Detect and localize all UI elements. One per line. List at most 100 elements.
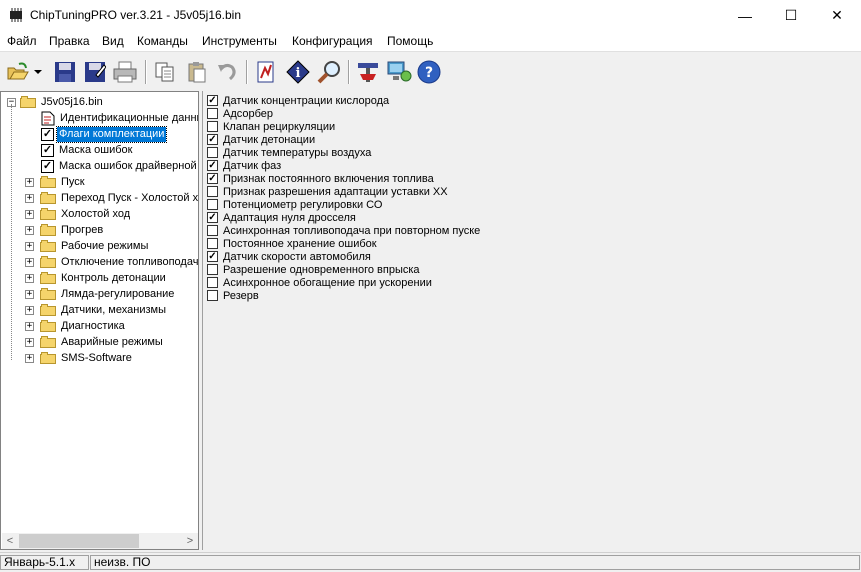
expand-icon[interactable]: + [25, 241, 34, 251]
checkbox-unchecked[interactable] [207, 238, 218, 249]
flag-checkbox[interactable]: ✓ Датчик скорости автомобиля [207, 250, 371, 263]
checkbox-unchecked[interactable] [207, 277, 218, 288]
flag-label: Асинхронная топливоподача при повторном … [223, 224, 481, 237]
minimize-button[interactable]: — [722, 0, 768, 31]
folder-icon [40, 240, 56, 252]
flag-checkbox[interactable]: Признак разрешения адаптации уставки ХХ [207, 185, 448, 198]
tree-item[interactable]: + Переход Пуск - Холостой ход [25, 190, 198, 206]
copy-icon[interactable] [152, 59, 178, 85]
checkbox-checked[interactable]: ✓ [207, 173, 218, 184]
scroll-left-button[interactable]: < [2, 533, 18, 549]
folder-icon [40, 288, 56, 300]
close-button[interactable]: ✕ [814, 0, 860, 31]
tree-item[interactable]: ✓ Маска ошибок драйверной [41, 158, 198, 174]
tree-item[interactable]: + Диагностика [25, 318, 127, 334]
paste-icon[interactable] [184, 59, 210, 85]
flag-checkbox[interactable]: ✓ Датчик детонации [207, 133, 315, 146]
menu-commands[interactable]: Команды [137, 34, 188, 48]
tree-item[interactable]: + Датчики, механизмы [25, 302, 168, 318]
folder-icon [40, 336, 56, 348]
chart-icon[interactable] [253, 59, 279, 85]
checkbox-unchecked[interactable] [207, 290, 218, 301]
flag-checkbox[interactable]: ✓ Датчик концентрации кислорода [207, 94, 389, 107]
tree-item[interactable]: + Прогрев [25, 222, 105, 238]
tree-item-selected[interactable]: ✓ Флаги комплектации [41, 125, 168, 143]
checkbox-checked[interactable]: ✓ [207, 134, 218, 145]
expand-icon[interactable]: + [25, 289, 34, 299]
help-icon[interactable]: ? [416, 59, 442, 85]
checkbox-unchecked[interactable] [207, 186, 218, 197]
toolbar-separator [348, 60, 350, 84]
tree-item[interactable]: Идентификационные данные [41, 110, 198, 126]
expand-icon[interactable]: + [25, 225, 34, 235]
flag-checkbox[interactable]: Асинхронная топливоподача при повторном … [207, 224, 480, 237]
open-folder-icon[interactable] [5, 59, 31, 85]
expand-icon[interactable]: + [25, 305, 34, 315]
tree-item[interactable]: + Холостой ход [25, 206, 132, 222]
flag-checkbox[interactable]: ✓ Датчик фаз [207, 159, 281, 172]
checkbox-checked[interactable]: ✓ [207, 251, 218, 262]
tree-item-label: Холостой ход [61, 207, 131, 220]
flag-checkbox[interactable]: Постоянное хранение ошибок [207, 237, 377, 250]
menu-configuration[interactable]: Конфигурация [292, 34, 373, 48]
tree-item[interactable]: + Контроль детонации [25, 270, 168, 286]
flag-checkbox[interactable]: Клапан рециркуляции [207, 120, 335, 133]
tree-root[interactable]: − J5v05j16.bin [7, 94, 105, 110]
scroll-right-button[interactable]: > [182, 533, 198, 549]
expand-icon[interactable]: + [25, 177, 34, 187]
flag-checkbox[interactable]: Потенциометр регулировки СО [207, 198, 382, 211]
flag-checkbox[interactable]: ✓ Адаптация нуля дросселя [207, 211, 356, 224]
checkbox-unchecked[interactable] [207, 108, 218, 119]
expand-icon[interactable]: + [25, 273, 34, 283]
checkbox-unchecked[interactable] [207, 225, 218, 236]
flag-checkbox[interactable]: Разрешение одновременного впрыска [207, 263, 420, 276]
menu-file[interactable]: Файл [7, 34, 37, 48]
menu-help[interactable]: Помощь [387, 34, 433, 48]
tree-view[interactable]: − J5v05j16.bin Идентификационные данные … [0, 91, 199, 550]
save-as-icon[interactable] [82, 59, 108, 85]
checkbox-unchecked[interactable] [207, 199, 218, 210]
undo-icon[interactable] [214, 59, 240, 85]
flag-checkbox[interactable]: Асинхронное обогащение при ускорении [207, 276, 432, 289]
folder-icon [40, 192, 56, 204]
connect-icon[interactable] [386, 59, 412, 85]
flag-checkbox[interactable]: Резерв [207, 289, 259, 302]
flag-label: Асинхронное обогащение при ускорении [223, 276, 432, 289]
expand-icon[interactable]: + [25, 193, 34, 203]
info-icon[interactable]: i [285, 59, 311, 85]
tree-item-label: SMS-Software [61, 351, 132, 364]
expand-icon[interactable]: + [25, 257, 34, 267]
flag-checkbox[interactable]: Адсорбер [207, 107, 273, 120]
tree-item[interactable]: + Отключение топливоподачи [25, 254, 198, 270]
flag-checkbox[interactable]: ✓ Признак постоянного включения топлива [207, 172, 434, 185]
expand-icon[interactable]: + [25, 321, 34, 331]
tree-item[interactable]: ✓ Маска ошибок [41, 142, 134, 158]
svg-text:?: ? [425, 65, 433, 81]
tools-icon[interactable] [355, 59, 381, 85]
search-icon[interactable] [316, 59, 342, 85]
print-icon[interactable] [112, 59, 138, 85]
dropdown-arrow-icon[interactable] [32, 59, 44, 85]
tree-item[interactable]: + Пуск [25, 174, 87, 190]
tree-item[interactable]: + Рабочие режимы [25, 238, 150, 254]
tree-item[interactable]: + Лямда-регулирование [25, 286, 176, 302]
tree-item[interactable]: + Аварийные режимы [25, 334, 165, 350]
checkbox-checked[interactable]: ✓ [207, 160, 218, 171]
checkbox-checked[interactable]: ✓ [207, 212, 218, 223]
expand-icon[interactable]: + [25, 337, 34, 347]
flag-checkbox[interactable]: Датчик температуры воздуха [207, 146, 371, 159]
menu-edit[interactable]: Правка [49, 34, 90, 48]
save-icon[interactable] [52, 59, 78, 85]
menu-view[interactable]: Вид [102, 34, 124, 48]
checkbox-unchecked[interactable] [207, 264, 218, 275]
scroll-thumb[interactable] [19, 534, 139, 548]
expand-icon[interactable]: + [25, 353, 34, 363]
horizontal-scrollbar[interactable]: < > [2, 533, 198, 549]
expand-icon[interactable]: + [25, 209, 34, 219]
maximize-button[interactable]: ☐ [768, 0, 814, 31]
checkbox-unchecked[interactable] [207, 121, 218, 132]
checkbox-unchecked[interactable] [207, 147, 218, 158]
checkbox-checked[interactable]: ✓ [207, 95, 218, 106]
menu-tools[interactable]: Инструменты [202, 34, 277, 48]
tree-item[interactable]: + SMS-Software [25, 350, 134, 366]
